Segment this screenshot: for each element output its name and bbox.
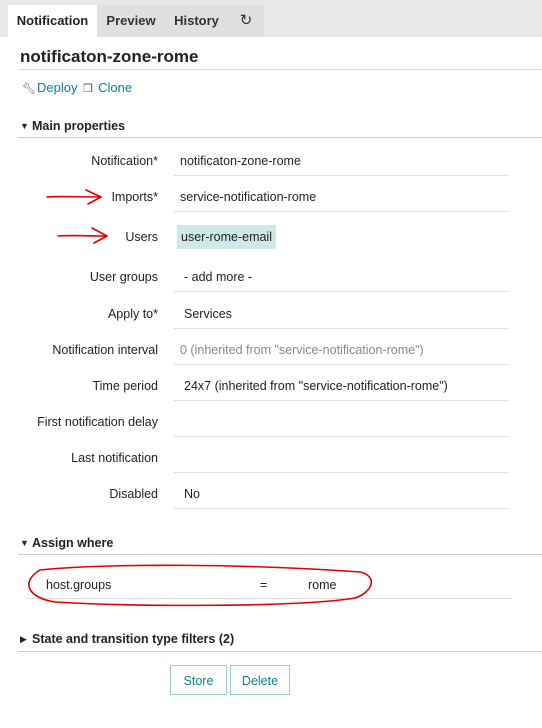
wrench-icon: 🔧︎ xyxy=(22,83,36,95)
assign-where-divider xyxy=(18,554,542,555)
time-period-select[interactable]: 24x7 (inherited from "service-notificati… xyxy=(174,371,508,401)
last-notification-row: Last notification xyxy=(0,443,542,479)
notification-interval-input[interactable]: 0 (inherited from "service-notification-… xyxy=(174,335,508,365)
last-notification-label: Last notification xyxy=(71,451,158,465)
tab-history[interactable]: History xyxy=(165,5,228,37)
reload-icon[interactable]: ↻ xyxy=(228,5,264,37)
assign-property-select[interactable]: host.groups xyxy=(46,578,111,592)
caret-down-icon: ▼ xyxy=(20,121,29,131)
filters-divider xyxy=(18,651,542,652)
action-links: 🔧︎Deploy ❐ Clone xyxy=(22,80,132,95)
user-chip[interactable]: user-rome-email xyxy=(177,225,276,249)
copy-icon: ❐ xyxy=(83,83,93,95)
apply-to-row: Apply to* Services xyxy=(0,299,542,335)
time-period-row: Time period 24x7 (inherited from "servic… xyxy=(0,371,542,407)
notification-interval-label: Notification interval xyxy=(52,343,158,357)
notification-label: Notification* xyxy=(91,154,158,168)
notification-row: Notification* notificaton-zone-rome xyxy=(0,146,542,182)
imports-row: Imports* service-notification-rome xyxy=(0,182,542,218)
filters-header[interactable]: ▶ State and transition type filters (2) xyxy=(20,632,234,646)
notification-interval-row: Notification interval 0 (inherited from … xyxy=(0,335,542,371)
first-notification-delay-input[interactable] xyxy=(174,407,508,437)
disabled-select[interactable]: No xyxy=(174,479,508,509)
disabled-label: Disabled xyxy=(109,487,158,501)
first-notification-delay-label: First notification delay xyxy=(37,415,158,429)
clone-label: Clone xyxy=(98,80,133,95)
time-period-label: Time period xyxy=(92,379,158,393)
last-notification-input[interactable] xyxy=(174,443,508,473)
user-groups-select[interactable]: - add more - xyxy=(174,262,508,292)
first-delay-row: First notification delay xyxy=(0,407,542,443)
delete-button[interactable]: Delete xyxy=(230,665,290,695)
caret-right-icon: ▶ xyxy=(20,634,27,644)
caret-down-icon: ▼ xyxy=(20,538,29,548)
users-row: Users user-rome-email xyxy=(0,222,542,258)
user-groups-label: User groups xyxy=(89,270,158,284)
clone-link[interactable]: ❐ Clone xyxy=(83,80,132,95)
title-divider xyxy=(18,69,542,70)
tab-notification[interactable]: Notification xyxy=(8,5,97,37)
users-input[interactable]: user-rome-email xyxy=(174,222,508,252)
main-properties-title: Main properties xyxy=(32,119,126,133)
deploy-link[interactable]: 🔧︎Deploy xyxy=(22,80,77,95)
main-properties-divider xyxy=(18,137,542,138)
filters-title: State and transition type filters (2) xyxy=(32,632,235,646)
user-groups-row: User groups - add more - xyxy=(0,262,542,298)
tab-preview[interactable]: Preview xyxy=(97,5,165,37)
tab-bar: Notification Preview History ↻ xyxy=(0,0,542,37)
disabled-row: Disabled No xyxy=(0,479,542,515)
store-button[interactable]: Store xyxy=(170,665,227,695)
deploy-label: Deploy xyxy=(37,80,78,95)
assign-where-header[interactable]: ▼ Assign where xyxy=(20,536,113,550)
assign-where-title: Assign where xyxy=(32,536,114,550)
apply-to-select[interactable]: Services xyxy=(174,299,508,329)
assign-operator-select[interactable]: = xyxy=(260,578,267,592)
imports-input[interactable]: service-notification-rome xyxy=(174,182,508,212)
apply-to-label: Apply to* xyxy=(107,307,158,321)
assign-rule: host.groups = rome xyxy=(26,571,512,599)
page-title: notificaton-zone-rome xyxy=(20,47,199,66)
notification-name-input[interactable]: notificaton-zone-rome xyxy=(174,146,508,176)
assign-value-input[interactable]: rome xyxy=(308,578,336,592)
users-label: Users xyxy=(125,230,158,244)
main-properties-header[interactable]: ▼ Main properties xyxy=(20,119,125,133)
imports-label: Imports* xyxy=(111,190,158,204)
